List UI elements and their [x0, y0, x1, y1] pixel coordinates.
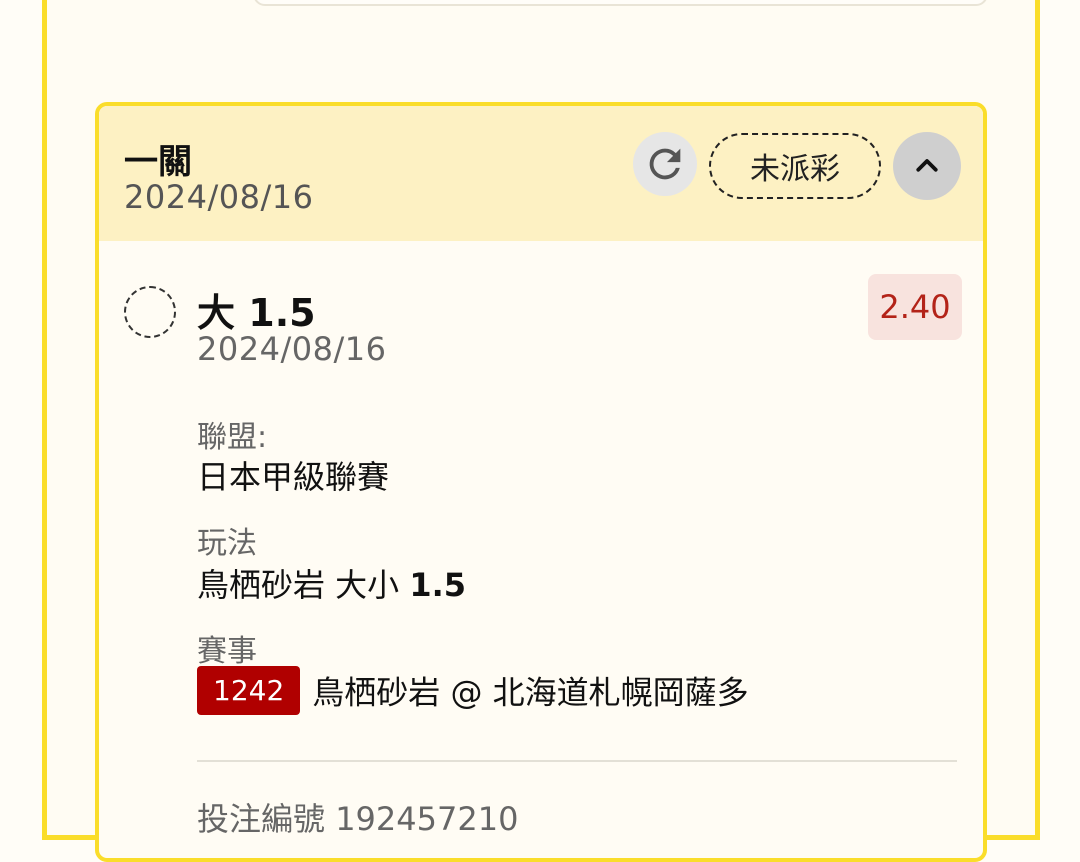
- bet-type-title: 一關: [124, 142, 192, 182]
- collapse-button[interactable]: [893, 132, 961, 200]
- divider: [197, 760, 957, 762]
- play-value: 鳥栖砂岩 大小 1.5: [197, 560, 466, 606]
- match-id-badge: 1242: [197, 666, 301, 715]
- play-value-number: 1.5: [409, 566, 467, 604]
- match-value: 1242 鳥栖砂岩 @ 北海道札幌岡薩多: [197, 666, 749, 715]
- league-value: 日本甲級聯賽: [197, 458, 390, 496]
- selection-line: 1.5: [248, 291, 316, 335]
- search-input[interactable]: [253, 0, 988, 6]
- selection-prefix: 大: [197, 291, 236, 335]
- bet-reference-value: 192457210: [335, 800, 519, 838]
- bet-reference: 投注編號 192457210: [197, 794, 518, 840]
- selection-title: 大 1.5: [197, 282, 316, 337]
- refresh-button[interactable]: [633, 132, 697, 196]
- selection-date: 2024/08/16: [197, 330, 387, 368]
- bet-card: 一關 2024/08/16 未派彩 大 1.5 2024/08/16 2.40 …: [95, 102, 987, 862]
- bet-card-header: 一關 2024/08/16 未派彩: [99, 106, 983, 241]
- league-label: 聯盟:: [197, 420, 268, 455]
- play-value-text: 鳥栖砂岩 大小: [197, 566, 400, 604]
- match-name: 鳥栖砂岩 @ 北海道札幌岡薩多: [312, 673, 749, 712]
- selection-checkbox[interactable]: [124, 286, 176, 338]
- match-label: 賽事: [197, 634, 257, 669]
- odds-badge: 2.40: [868, 274, 962, 340]
- status-badge: 未派彩: [709, 133, 881, 199]
- play-label: 玩法: [197, 526, 257, 561]
- chevron-up-icon: [916, 159, 938, 172]
- bet-reference-label: 投注編號: [197, 800, 326, 838]
- bet-date: 2024/08/16: [124, 178, 314, 216]
- refresh-icon: [649, 148, 681, 180]
